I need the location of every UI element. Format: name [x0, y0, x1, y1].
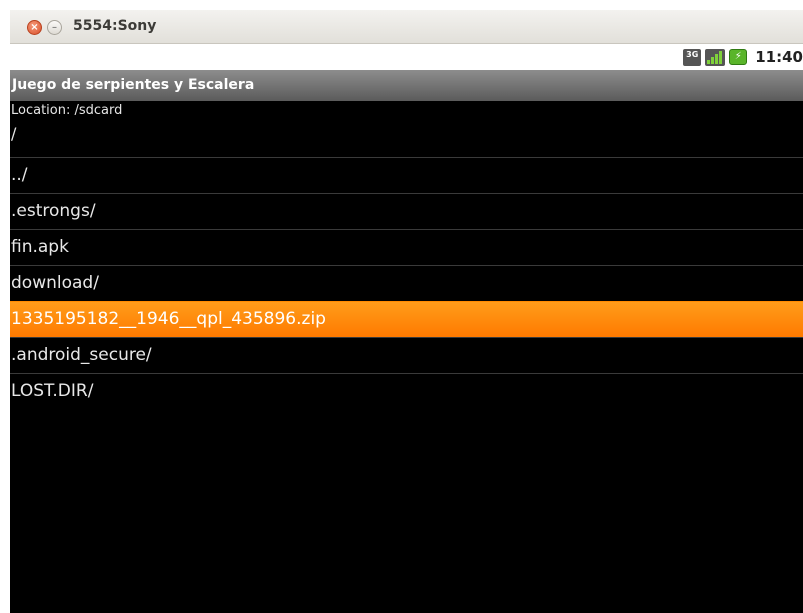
location-label: Location: /sdcard [11, 103, 123, 118]
network-3g-icon: 3G [683, 48, 702, 66]
file-list-item[interactable]: .estrongs/ [10, 193, 803, 229]
close-icon[interactable]: × [27, 20, 42, 35]
battery-icon: ⚡ [729, 49, 748, 65]
window-title: 5554:Sony [73, 18, 157, 34]
file-list-item[interactable]: fin.apk [10, 229, 803, 265]
status-time: 11:40 [755, 48, 803, 66]
app-title: Juego de serpientes y Escalera [10, 70, 803, 101]
file-list-item[interactable]: 1335195182__1946__qpl_435896.zip [10, 301, 803, 337]
file-list: ../.estrongs/fin.apk download/1335195182_… [10, 157, 803, 409]
file-list-item[interactable]: .android_secure/ [10, 337, 803, 373]
current-path: / [11, 124, 17, 143]
emulator-titlebar: × – 5554:Sony [10, 10, 803, 44]
status-bar: 3G ⚡ 11:40 [10, 44, 803, 70]
file-list-item[interactable]: LOST.DIR/ [10, 373, 803, 409]
minimize-icon[interactable]: – [47, 20, 62, 35]
signal-icon [705, 48, 726, 66]
file-list-item[interactable]: download/ [10, 265, 803, 301]
file-list-item[interactable]: ../ [10, 157, 803, 193]
file-browser: Location: /sdcard / ../.estrongs/fin.apk… [10, 101, 803, 613]
